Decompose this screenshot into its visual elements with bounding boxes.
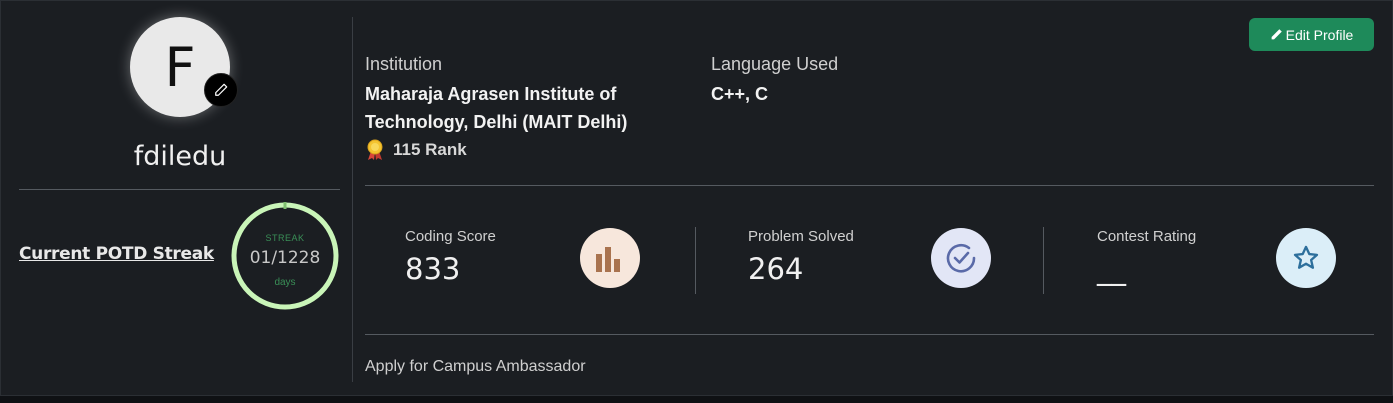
edit-avatar-button[interactable] — [204, 73, 238, 107]
language-value: C++, C — [711, 84, 769, 104]
institution-value: Maharaja Agrasen Institute of Technology… — [365, 84, 628, 132]
streak-value: 01/1228 — [249, 248, 321, 268]
divider — [19, 189, 340, 190]
edit-profile-button[interactable]: Edit Profile — [1249, 18, 1374, 51]
problem-solved-value: 264 — [748, 252, 804, 286]
divider — [365, 334, 1374, 335]
edit-profile-label: Edit Profile — [1285, 26, 1354, 43]
divider — [365, 185, 1374, 186]
contest-rating-label: Contest Rating — [1097, 228, 1197, 245]
campus-ambassador-link[interactable]: Apply for Campus Ambassador — [365, 358, 586, 376]
streak-label: STREAK — [265, 233, 305, 243]
pencil-icon — [215, 83, 228, 96]
coding-score-label: Coding Score — [405, 228, 496, 245]
contest-rating-value: __ — [1097, 252, 1126, 286]
pencil-icon — [1271, 29, 1282, 40]
stat-divider — [695, 227, 696, 294]
check-circle-icon — [931, 228, 991, 288]
vertical-divider — [352, 17, 353, 382]
coding-score-value: 833 — [405, 252, 461, 286]
problem-solved-label: Problem Solved — [748, 228, 854, 245]
username: fdiledu — [133, 141, 227, 172]
language-label: Language Used — [711, 54, 839, 74]
rank-value: 115 Rank — [393, 140, 467, 159]
star-icon — [1276, 228, 1336, 288]
medal-icon — [367, 139, 383, 160]
streak-counter: STREAK 01/1228 days — [230, 201, 340, 311]
stat-divider — [1043, 227, 1044, 294]
profile-card: F fdiledu Current POTD Streak STREAK 01/… — [0, 0, 1393, 396]
institution-label: Institution — [365, 54, 443, 74]
bar-chart-icon — [580, 228, 640, 288]
avatar-letter: F — [164, 35, 196, 99]
streak-unit: days — [274, 277, 296, 288]
potd-streak-link[interactable]: Current POTD Streak — [19, 244, 214, 264]
profile-sidebar: F fdiledu Current POTD Streak STREAK 01/… — [1, 1, 353, 397]
rank: 115 Rank — [365, 139, 467, 161]
